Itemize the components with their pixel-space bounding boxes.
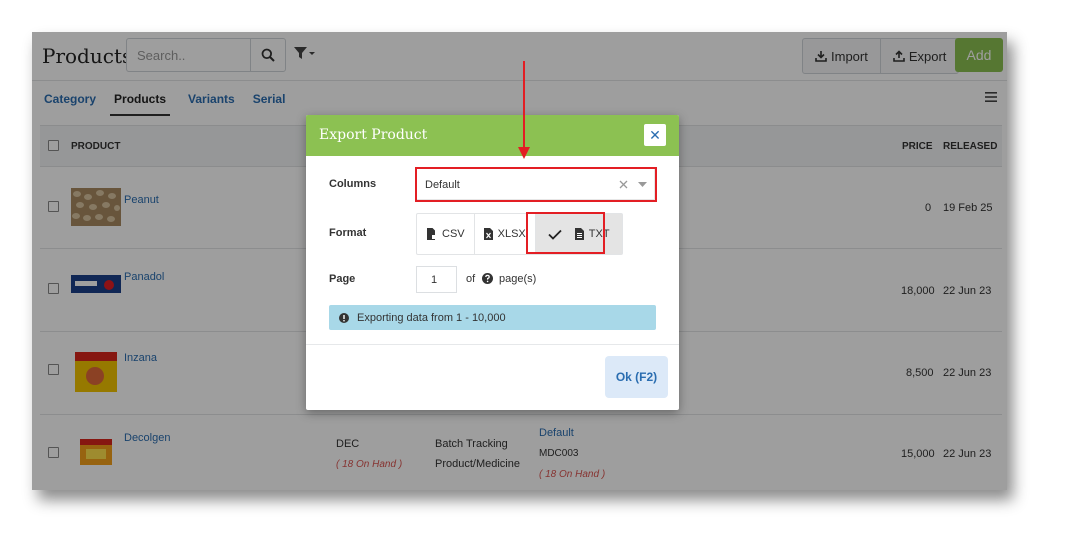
ok-button[interactable]: Ok (F2) bbox=[605, 356, 668, 398]
info-icon bbox=[339, 312, 349, 323]
of-label: of bbox=[466, 273, 476, 285]
dialog-header: Export Product ✕ bbox=[306, 115, 679, 156]
export-info-alert: Exporting data from 1 - 10,000 bbox=[329, 305, 656, 330]
pages-label: page(s) bbox=[499, 273, 537, 285]
annotation-arrow-icon bbox=[518, 61, 530, 159]
page-label: Page bbox=[329, 273, 356, 285]
dialog-footer-divider bbox=[306, 344, 679, 345]
columns-highlight-box bbox=[415, 167, 657, 202]
close-button[interactable]: ✕ bbox=[644, 124, 666, 146]
format-csv-button[interactable]: CSV bbox=[417, 214, 474, 254]
help-icon[interactable] bbox=[482, 273, 493, 284]
close-icon: ✕ bbox=[649, 126, 661, 143]
csv-label: CSV bbox=[442, 228, 465, 240]
csv-file-icon bbox=[427, 228, 437, 240]
export-product-dialog: Export Product ✕ Columns Default Format … bbox=[306, 115, 679, 410]
page-input[interactable]: 1 bbox=[416, 266, 457, 293]
xlsx-label: XLSX bbox=[497, 228, 526, 240]
xlsx-file-icon bbox=[483, 228, 493, 240]
columns-label: Columns bbox=[329, 178, 377, 190]
txt-highlight-box bbox=[526, 212, 605, 254]
dialog-title: Export Product bbox=[319, 127, 428, 143]
info-text: Exporting data from 1 - 10,000 bbox=[357, 311, 506, 324]
format-label: Format bbox=[329, 227, 367, 239]
